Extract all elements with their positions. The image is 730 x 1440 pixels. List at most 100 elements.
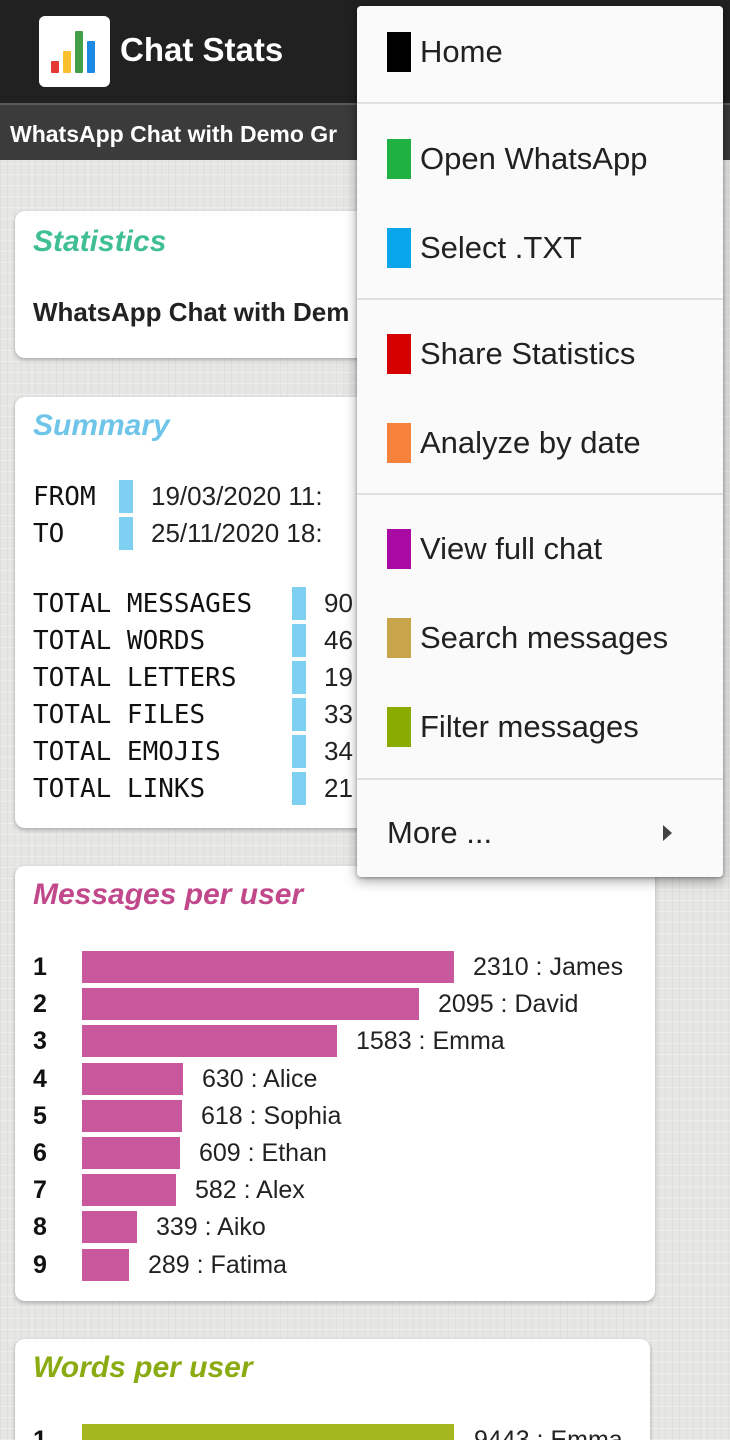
statistics-card-title: Statistics bbox=[33, 225, 167, 258]
menu-item-label: Home bbox=[420, 34, 503, 69]
summary-total-value: 21 bbox=[324, 773, 353, 803]
menu-item-search-messages[interactable]: Search messages bbox=[357, 594, 723, 682]
summary-total-label: TOTAL EMOJIS bbox=[33, 736, 221, 767]
bar-value-label: 630 : Alice bbox=[202, 1064, 318, 1093]
app-title: Chat Stats bbox=[120, 31, 284, 68]
summary-marker bbox=[292, 772, 306, 805]
menu-item-home[interactable]: Home bbox=[357, 8, 723, 96]
menu-item-label: Select .TXT bbox=[420, 230, 582, 265]
bar-value-label: 339 : Aiko bbox=[156, 1213, 266, 1242]
summary-card-title: Summary bbox=[33, 409, 170, 442]
bar-value-label: 289 : Fatima bbox=[148, 1250, 287, 1279]
menu-item-label: Search messages bbox=[420, 620, 669, 655]
menu-item-label: Open WhatsApp bbox=[420, 141, 648, 176]
bar-value-label: 2095 : David bbox=[438, 990, 579, 1019]
bar-rank: 9 bbox=[33, 1250, 47, 1279]
menu-item-select-txt[interactable]: Select .TXT bbox=[357, 204, 723, 292]
menu-item-label: More ... bbox=[387, 815, 493, 850]
message-bar bbox=[82, 1174, 176, 1207]
menu-item-share-statistics[interactable]: Share Statistics bbox=[357, 310, 723, 398]
bar-value-label: 618 : Sophia bbox=[201, 1101, 342, 1130]
summary-total-value: 46 bbox=[324, 625, 353, 655]
bar-chart-logo-icon bbox=[39, 16, 110, 87]
menu-color-swatch bbox=[387, 618, 411, 658]
bar-value-label: 609 : Ethan bbox=[199, 1139, 327, 1167]
summary-from-label: FROM bbox=[33, 481, 96, 512]
menu-item-open-whatsapp[interactable]: Open WhatsApp bbox=[357, 115, 723, 203]
bar-row: 9 289 : Fatima bbox=[33, 1248, 653, 1282]
menu-color-swatch bbox=[387, 707, 411, 747]
summary-to-value: 25/11/2020 18: bbox=[151, 518, 323, 548]
menu-divider bbox=[357, 102, 723, 104]
summary-total-row: TOTAL LINKS 21 bbox=[33, 770, 353, 807]
logo-bar bbox=[63, 51, 71, 73]
summary-total-label: TOTAL LETTERS bbox=[33, 662, 237, 693]
message-bar bbox=[82, 1025, 337, 1058]
summary-marker bbox=[292, 735, 306, 768]
menu-item-more[interactable]: More ... bbox=[357, 789, 723, 877]
menu-item-label: Analyze by date bbox=[420, 425, 641, 460]
bar-row: 6 609 : Ethan bbox=[33, 1136, 653, 1170]
menu-color-swatch bbox=[387, 32, 411, 72]
bar-value-label: 1583 : Emma bbox=[356, 1027, 505, 1056]
bar-rank: 3 bbox=[33, 1027, 47, 1056]
message-bar bbox=[82, 1137, 180, 1169]
messages-per-user-card: Messages per user 1 2310 : James 2 2095 : D… bbox=[15, 866, 655, 1301]
message-bar bbox=[82, 1062, 183, 1095]
summary-total-row: TOTAL WORDS 46 bbox=[33, 622, 353, 659]
summary-total-row: TOTAL EMOJIS 34 bbox=[33, 733, 353, 770]
summary-marker bbox=[292, 624, 306, 657]
summary-marker bbox=[119, 480, 133, 513]
words-bar-row: 1 9443 : Emma bbox=[33, 1423, 650, 1440]
bar-row: 5 618 : Sophia bbox=[33, 1099, 653, 1133]
menu-divider bbox=[357, 298, 723, 300]
bar-row: 1 2310 : James bbox=[33, 950, 653, 984]
summary-total-value: 90 bbox=[324, 588, 353, 618]
summary-total-row: TOTAL FILES 33 bbox=[33, 696, 353, 733]
bar-rank: 1 bbox=[33, 1426, 47, 1440]
menu-item-label: Filter messages bbox=[420, 709, 639, 744]
summary-total-label: TOTAL FILES bbox=[33, 699, 206, 730]
bar-value-label: 2310 : James bbox=[473, 953, 624, 981]
summary-total-row: TOTAL MESSAGES 90 bbox=[33, 585, 353, 622]
summary-total-label: TOTAL WORDS bbox=[33, 625, 206, 656]
words-bar bbox=[82, 1424, 454, 1440]
summary-total-label: TOTAL MESSAGES bbox=[33, 588, 253, 619]
menu-item-label: Share Statistics bbox=[420, 336, 636, 371]
logo-bar bbox=[75, 31, 83, 73]
messages-per-user-title: Messages per user bbox=[33, 878, 304, 911]
message-bar bbox=[82, 988, 419, 1021]
summary-to-row: TO 25/11/2020 18: bbox=[33, 515, 323, 552]
menu-item-view-full-chat[interactable]: View full chat bbox=[357, 505, 723, 593]
menu-color-swatch bbox=[387, 334, 411, 374]
menu-color-swatch bbox=[387, 423, 411, 463]
summary-to-label: TO bbox=[33, 518, 65, 549]
bar-row: 3 1583 : Emma bbox=[33, 1024, 653, 1058]
summary-from-row: FROM 19/03/2020 11: bbox=[33, 478, 323, 515]
chevron-right-icon bbox=[663, 825, 672, 841]
menu-divider bbox=[357, 778, 723, 780]
menu-color-swatch bbox=[387, 228, 411, 268]
menu-item-filter-messages[interactable]: Filter messages bbox=[357, 683, 723, 771]
bar-rank: 6 bbox=[33, 1139, 47, 1167]
summary-total-row: TOTAL LETTERS 19 bbox=[33, 659, 353, 696]
words-per-user-title: Words per user bbox=[33, 1351, 253, 1384]
bar-rank: 1 bbox=[33, 953, 47, 981]
bar-rank: 4 bbox=[33, 1064, 47, 1093]
bar-row: 4 630 : Alice bbox=[33, 1062, 653, 1096]
overflow-menu: Home Open WhatsApp Select .TXT Share Statis… bbox=[357, 6, 723, 877]
summary-marker bbox=[119, 517, 133, 550]
menu-item-label: View full chat bbox=[420, 531, 603, 566]
summary-total-value: 34 bbox=[324, 736, 353, 766]
logo-bar bbox=[87, 41, 95, 73]
message-bar bbox=[82, 1211, 137, 1244]
message-bar bbox=[82, 951, 454, 983]
words-bar-label: 9443 : Emma bbox=[474, 1426, 623, 1440]
menu-item-analyze-by-date[interactable]: Analyze by date bbox=[357, 399, 723, 487]
menu-color-swatch bbox=[387, 529, 411, 569]
chat-name-title: WhatsApp Chat with Demo Gr bbox=[10, 121, 338, 147]
words-per-user-card: Words per user 1 9443 : Emma bbox=[15, 1339, 650, 1440]
bar-row: 2 2095 : David bbox=[33, 987, 653, 1021]
bar-row: 8 339 : Aiko bbox=[33, 1210, 653, 1244]
menu-divider bbox=[357, 493, 723, 495]
